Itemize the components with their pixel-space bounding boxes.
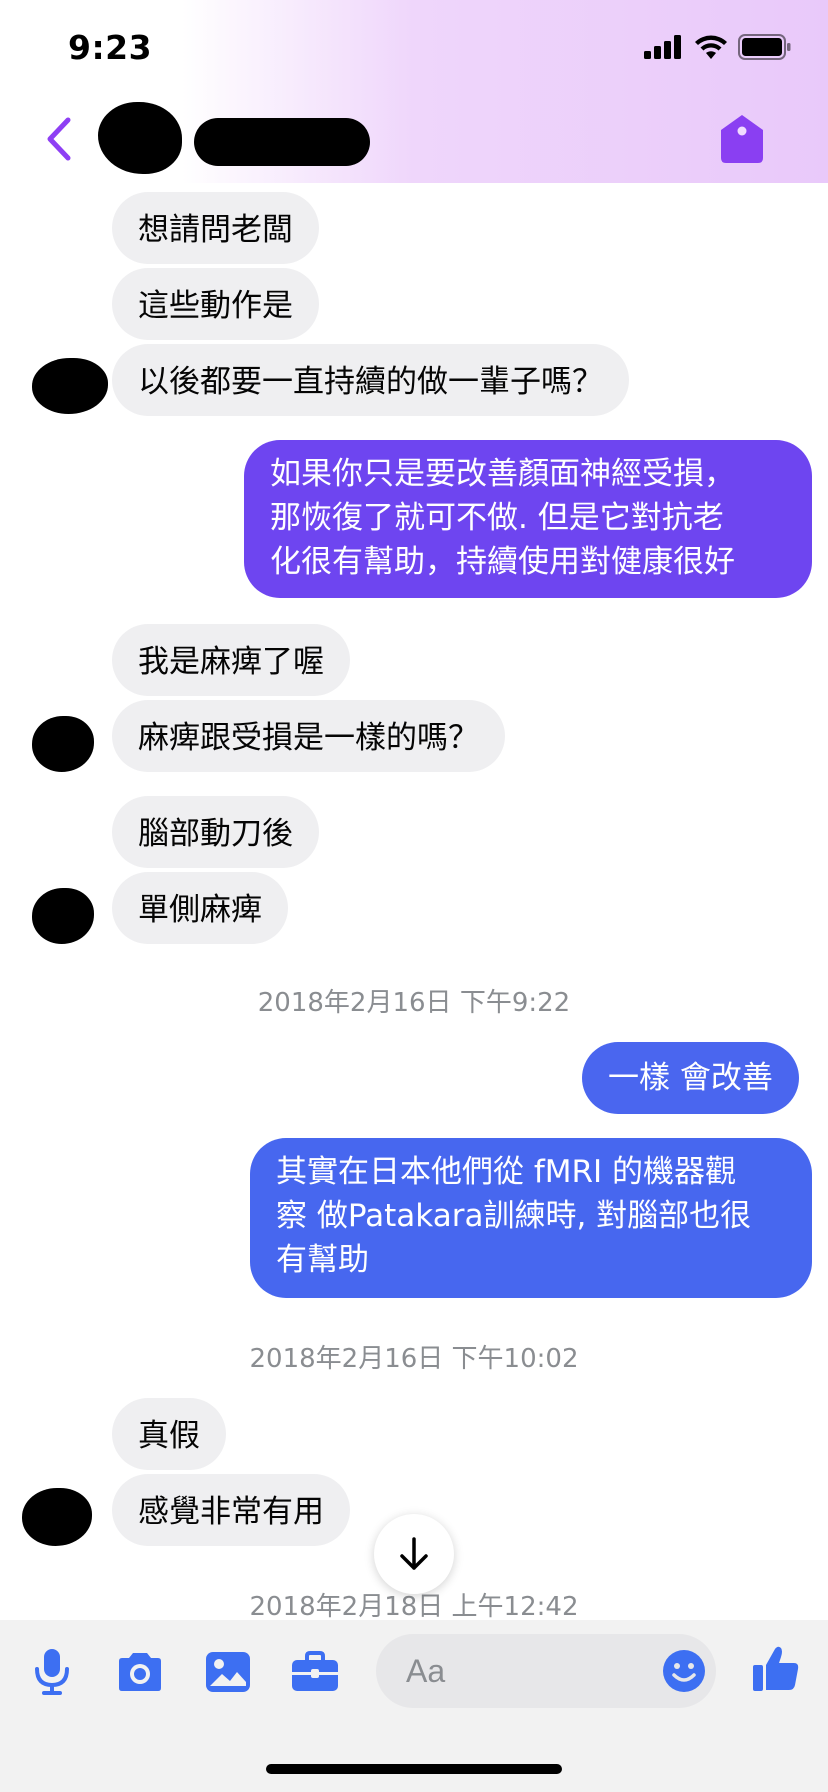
message-incoming[interactable]: 單側麻痺	[112, 872, 288, 944]
status-icons	[644, 34, 792, 60]
contact-avatar[interactable]	[98, 102, 182, 174]
camera-button[interactable]	[110, 1644, 170, 1700]
message-outgoing[interactable]: 如果你只是要改善顏面神經受損， 那恢復了就可不做. 但是它對抗老 化很有幫助，持…	[244, 440, 812, 598]
microphone-icon	[35, 1649, 69, 1695]
message-incoming[interactable]: 想請問老闆	[112, 192, 319, 264]
message-incoming[interactable]: 真假	[112, 1398, 226, 1470]
sender-avatar[interactable]	[32, 358, 108, 414]
camera-icon	[119, 1653, 161, 1691]
message-incoming[interactable]: 麻痺跟受損是一樣的嗎？	[112, 700, 505, 772]
sender-avatar[interactable]	[32, 716, 94, 772]
image-icon	[206, 1652, 250, 1692]
briefcase-icon	[292, 1651, 338, 1691]
message-incoming[interactable]: 感覺非常有用	[112, 1474, 350, 1546]
scroll-to-bottom-button[interactable]	[374, 1514, 454, 1594]
battery-icon	[738, 34, 791, 60]
emoji-icon[interactable]	[662, 1649, 706, 1693]
timestamp: 2018年2月16日 下午9:22	[257, 988, 571, 1018]
arrow-down-icon	[400, 1537, 428, 1570]
microphone-button[interactable]	[22, 1644, 82, 1700]
sender-avatar[interactable]	[32, 888, 94, 944]
chevron-left-icon[interactable]	[40, 114, 80, 164]
message-incoming[interactable]: 以後都要一直持續的做一輩子嗎？	[112, 344, 629, 416]
message-composer[interactable]	[376, 1634, 716, 1708]
sender-avatar[interactable]	[22, 1488, 92, 1546]
like-button[interactable]	[746, 1640, 806, 1696]
gallery-button[interactable]	[198, 1644, 258, 1700]
message-incoming[interactable]: 腦部動刀後	[112, 796, 319, 868]
home-indicator	[266, 1764, 562, 1774]
message-input[interactable]	[406, 1648, 626, 1694]
contact-name[interactable]	[194, 118, 370, 166]
more-apps-button[interactable]	[285, 1644, 345, 1700]
message-incoming[interactable]: 我是麻痺了喔	[112, 624, 350, 696]
signal-icon	[644, 35, 681, 59]
tag-icon[interactable]	[720, 114, 764, 164]
message-outgoing[interactable]: 一樣 會改善	[582, 1042, 799, 1114]
status-time: 9:23	[68, 28, 153, 67]
thumbs-up-icon	[753, 1646, 799, 1691]
message-outgoing[interactable]: 其實在日本他們從 fMRI 的機器觀 察 做Patakara訓練時, 對腦部也很…	[250, 1138, 812, 1298]
message-incoming[interactable]: 這些動作是	[112, 268, 319, 340]
wifi-icon	[695, 35, 727, 59]
timestamp: 2018年2月16日 下午10:02	[249, 1344, 579, 1374]
conversation-header: 9:23	[0, 0, 828, 183]
